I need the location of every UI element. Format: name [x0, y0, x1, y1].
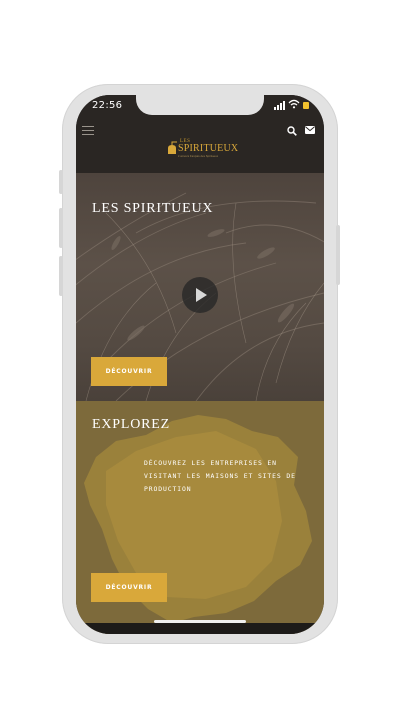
search-icon[interactable] [287, 126, 297, 136]
mail-icon[interactable] [305, 126, 315, 134]
logo-tagline: L'univers français des Spiritueux [178, 154, 219, 158]
signal-icon [274, 101, 288, 110]
hero-section: LES SPIRITUEUX DÉCOUVRIR [76, 173, 324, 401]
phone-screen: 22:56 LES SPIRITUEUX L'univers français … [76, 95, 324, 634]
hero-discover-button[interactable]: DÉCOUVRIR [91, 357, 167, 386]
status-time: 22:56 [92, 100, 123, 111]
video-play-button[interactable] [182, 277, 218, 313]
bottom-strip [76, 623, 324, 634]
notch [136, 95, 264, 115]
hero-title: LES SPIRITUEUX [92, 201, 214, 216]
phone-mute-switch [59, 170, 63, 194]
app-header: LES SPIRITUEUX L'univers français des Sp… [76, 117, 324, 173]
brand-logo[interactable]: LES SPIRITUEUX L'univers français des Sp… [166, 139, 239, 159]
hamburger-icon[interactable] [82, 125, 94, 135]
play-icon [196, 288, 207, 302]
still-logo-icon [168, 141, 177, 154]
phone-power-button [336, 225, 340, 285]
phone-volume-down [59, 256, 63, 296]
explore-section: EXPLOREZ DÉCOUVREZ LES ENTREPRISES EN VI… [76, 401, 324, 634]
battery-icon [303, 102, 309, 109]
explore-discover-button[interactable]: DÉCOUVRIR [91, 573, 167, 602]
explore-description: DÉCOUVREZ LES ENTREPRISES EN VISITANT LE… [144, 459, 296, 493]
status-bar: 22:56 [76, 95, 324, 117]
phone-volume-up [59, 208, 63, 248]
wifi-icon [288, 99, 300, 109]
logo-title-text: SPIRITUEUX [178, 143, 239, 154]
explore-title: EXPLOREZ [92, 417, 170, 432]
home-indicator [154, 620, 246, 623]
